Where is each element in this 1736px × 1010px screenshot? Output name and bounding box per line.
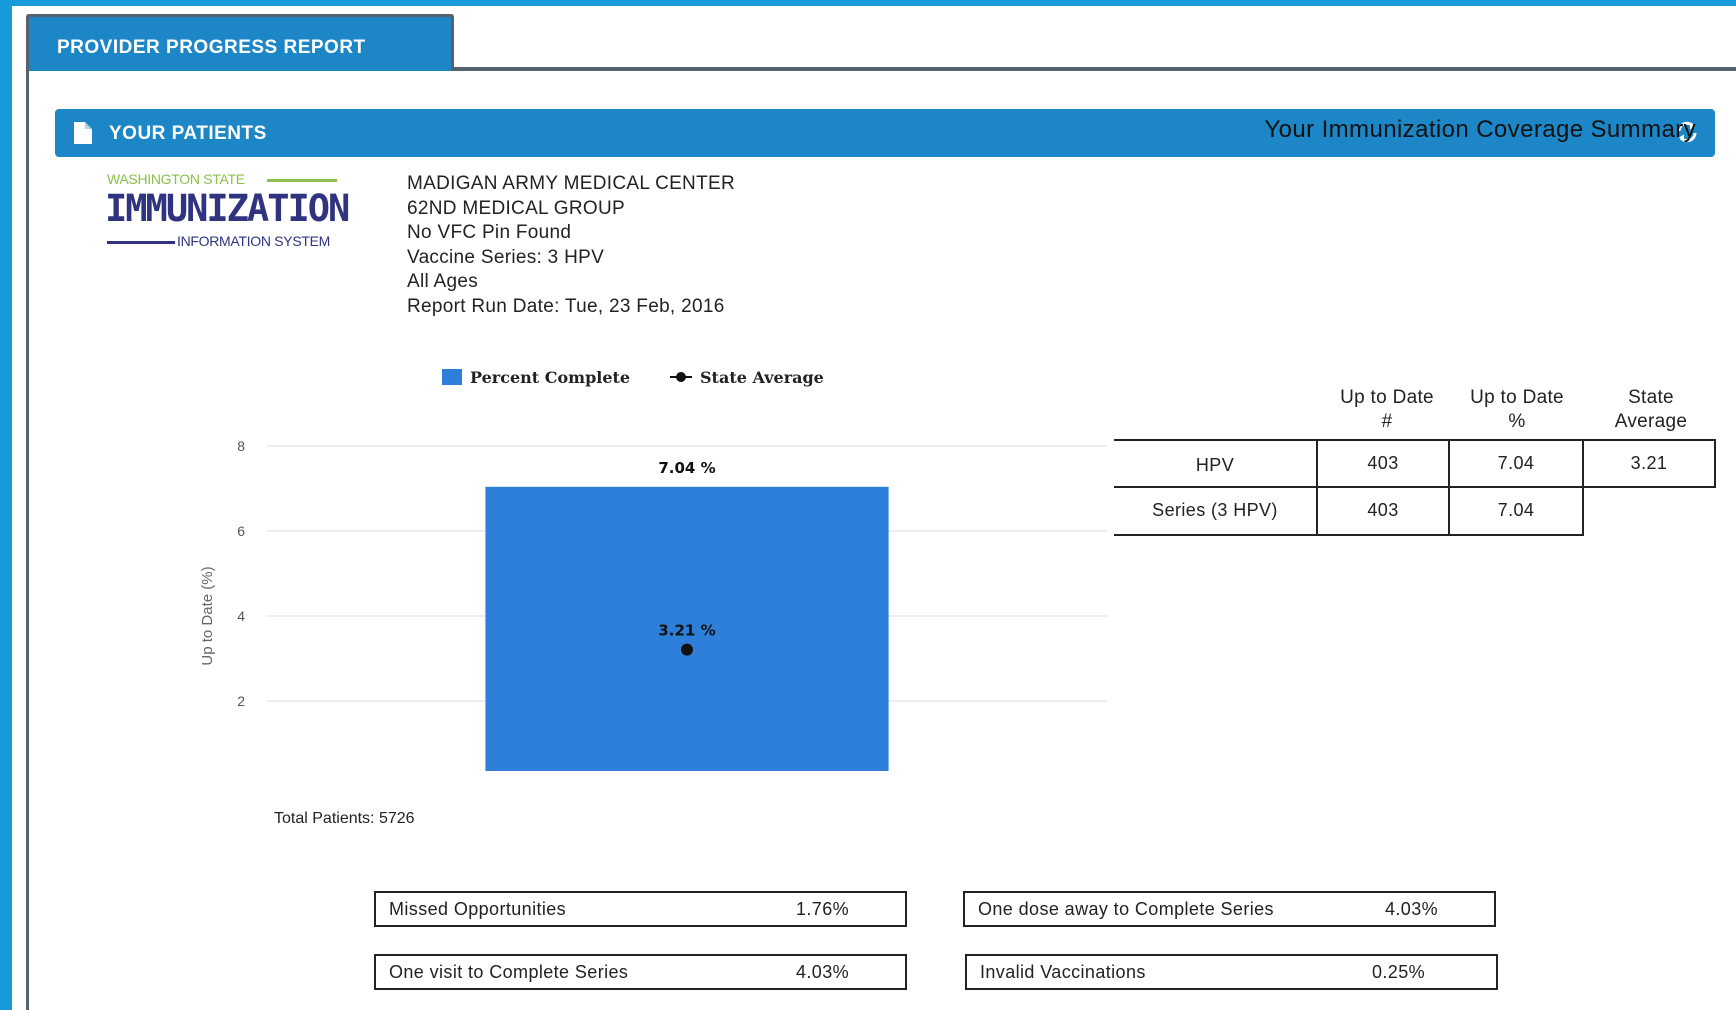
cell-percent: 7.04 [1448,486,1584,536]
cell-percent: 7.04 [1448,439,1584,488]
wa-iis-logo: WASHINGTON STATE IMMUNIZATION INFORMATIO… [105,171,357,251]
stat-invalid-vaccinations: Invalid Vaccinations 0.25% [965,954,1498,990]
logo-bottom: INFORMATION SYSTEM [107,233,357,251]
stat-label: One dose away to Complete Series [978,899,1274,919]
legend-swatch-percent-complete [442,369,462,385]
vaccine-series: Vaccine Series: 3 HPV [407,246,605,268]
total-patients: Total Patients: 5726 [274,810,415,827]
logo-bottom-rule [107,241,175,244]
stat-value: 0.25% [1372,962,1426,982]
chart-svg: 02468Up to Date (%)7.04 %3.21 %HPVPercen… [199,368,1107,771]
stat-label: Invalid Vaccinations [980,962,1146,982]
tab-strip: PROVIDER PROGRESS REPORT [12,6,1736,72]
document-icon [73,121,93,150]
column-header-count: Up to Date # [1340,387,1434,432]
report-run-date: Report Run Date: Tue, 23 Feb, 2016 [407,295,725,317]
stat-one-dose-away: One dose away to Complete Series 4.03% [963,891,1496,927]
state-average-label: 3.21 % [658,622,715,640]
tab-provider-progress-report[interactable]: PROVIDER PROGRESS REPORT [26,14,454,71]
vfc-pin: No VFC Pin Found [407,222,572,243]
stat-label: Missed Opportunities [389,899,567,919]
stat-missed-opportunities: Missed Opportunities 1.76% [374,891,907,927]
age-range: All Ages [407,271,479,292]
stat-one-visit-to-complete: One visit to Complete Series 4.03% [374,954,907,990]
logo-top-rule [267,179,337,182]
legend-label-state-average: State Average [700,368,824,387]
column-header-state-average: State Average [1614,387,1688,432]
logo-top-text: WASHINGTON STATE [107,171,245,187]
legend-marker-state-average [676,372,686,382]
stat-label: One visit to Complete Series [389,962,629,982]
logo-main-text: IMMUNIZATION [105,187,350,230]
cell-state-average: 3.21 [1582,439,1716,488]
row-label: Series (3 HPV) [1114,486,1316,536]
y-tick-label: 2 [237,693,245,709]
coverage-summary-title: Your Immunization Coverage Summary [1264,116,1696,143]
stat-value: 4.03% [796,962,850,982]
cell-count: 403 [1316,439,1450,488]
bar-data-label: 7.04 % [658,459,715,477]
column-header-percent: Up to Date % [1470,387,1564,432]
state-average-marker [681,643,693,656]
cell-count: 403 [1316,486,1450,536]
stat-value: 1.76% [796,899,850,919]
y-axis-label: Up to Date (%) [199,566,216,665]
legend-label-percent-complete: Percent Complete [470,368,630,387]
y-tick-label: 6 [237,523,245,539]
y-tick-label: 8 [237,438,245,454]
panel-title: YOUR PATIENTS [109,123,267,144]
provider-name: MADIGAN ARMY MEDICAL CENTER [407,173,735,194]
logo-bottom-text: INFORMATION SYSTEM [177,233,331,249]
stat-value: 4.03% [1385,899,1439,919]
provider-info: MADIGAN ARMY MEDICAL CENTER 62ND MEDICAL… [407,172,735,319]
row-label: HPV [1114,439,1316,488]
y-tick-label: 4 [237,608,245,624]
report-page: PROVIDER PROGRESS REPORT YOUR PATIENTS W… [12,6,1736,1010]
coverage-chart: 02468Up to Date (%)7.04 %3.21 %HPVPercen… [172,351,1122,781]
provider-group: 62ND MEDICAL GROUP [407,197,625,219]
